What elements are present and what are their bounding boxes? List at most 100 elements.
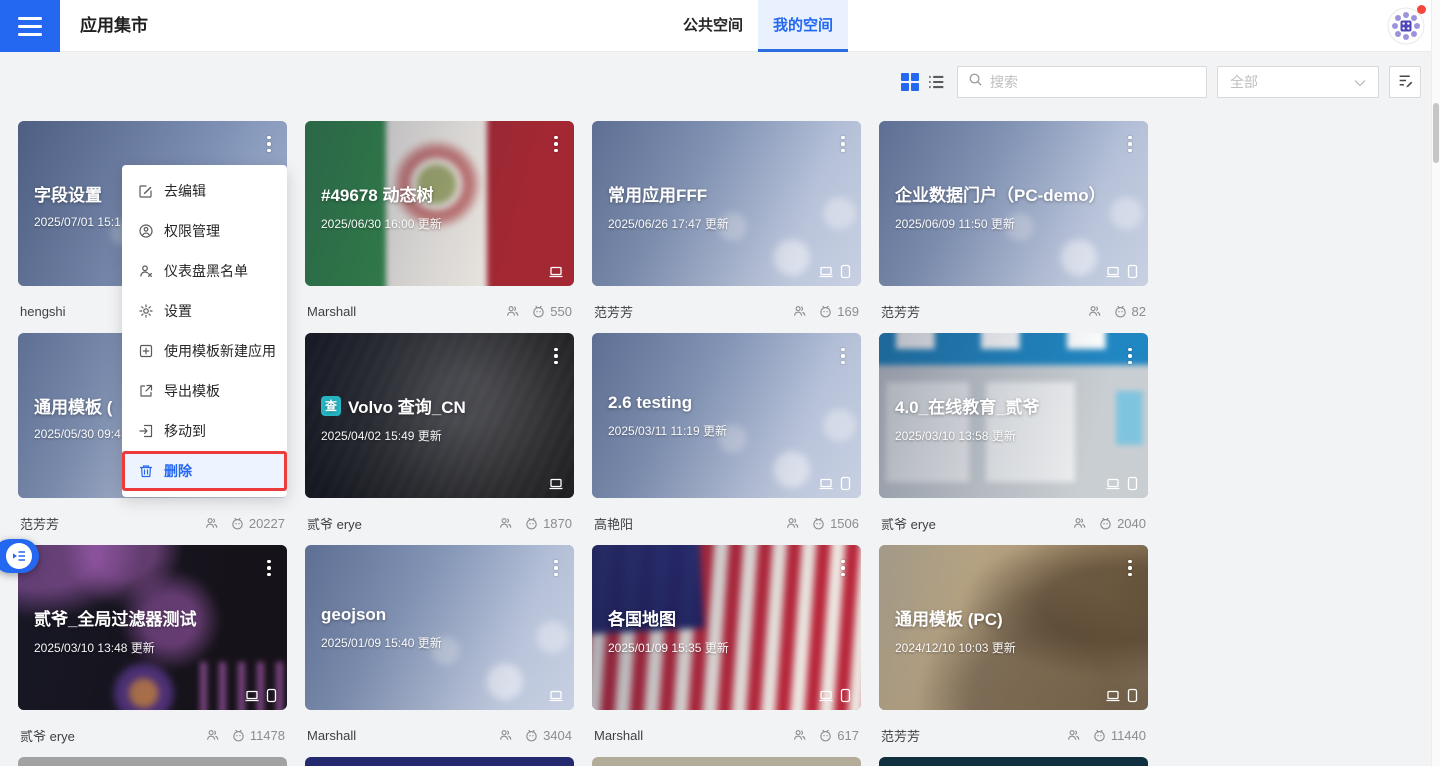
search-input[interactable] xyxy=(990,74,1196,90)
grid-view-icon[interactable] xyxy=(901,73,919,91)
menu-item-permissions[interactable]: 权限管理 xyxy=(122,211,287,251)
menu-item-new-from-template[interactable]: 使用模板新建应用 xyxy=(122,331,287,371)
card-thumbnail[interactable]: 各国地图 2025/01/09 15:35 更新 xyxy=(592,545,861,710)
assistant-float-button[interactable] xyxy=(0,539,39,573)
card-updated-date: 2025/06/26 17:47 更新 xyxy=(608,215,835,232)
supported-devices xyxy=(548,265,564,279)
app-card[interactable]: 查Volvo 查询_CN 2025/04/02 15:49 更新 贰爷 erye… xyxy=(305,333,574,545)
app-card[interactable]: 通用模板 (PC) 2024/12/10 10:03 更新 范芳芳 11440 xyxy=(879,545,1148,757)
card-stats: 11478 xyxy=(205,728,285,743)
app-card[interactable]: 贰爷_全局过滤器测试 2025/03/10 13:48 更新 贰爷 erye 1… xyxy=(18,545,287,757)
app-card-partial[interactable] xyxy=(592,757,861,766)
edit-icon xyxy=(138,183,154,199)
menu-item-dashboard-blacklist[interactable]: 仪表盘黑名单 xyxy=(122,251,287,291)
app-card-partial[interactable] xyxy=(18,757,287,766)
views-count: 1870 xyxy=(543,516,572,531)
card-updated-date: 2025/06/30 16:00 更新 xyxy=(321,215,548,232)
card-menu-button[interactable] xyxy=(543,129,569,159)
card-author: Marshall xyxy=(307,728,356,743)
card-footer: 范芳芳 82 xyxy=(879,286,1148,333)
card-title-block: geojson 2025/01/09 15:40 更新 xyxy=(321,605,548,651)
space-tabs: 公共空间 我的空间 xyxy=(668,0,848,52)
card-menu-button[interactable] xyxy=(830,129,856,159)
laptop-icon xyxy=(818,265,834,279)
card-thumbnail[interactable]: 查Volvo 查询_CN 2025/04/02 15:49 更新 xyxy=(305,333,574,498)
card-footer: 范芳芳 11440 xyxy=(879,710,1148,757)
card-author: 范芳芳 xyxy=(881,302,920,321)
card-updated-date: 2025/03/10 13:48 更新 xyxy=(34,639,261,656)
card-menu-button[interactable] xyxy=(830,341,856,371)
edit-list-button[interactable] xyxy=(1389,66,1421,98)
app-card-partial[interactable] xyxy=(879,757,1148,766)
menu-item-label: 权限管理 xyxy=(164,221,220,241)
card-menu-button[interactable] xyxy=(1117,553,1143,583)
card-thumbnail[interactable]: 贰爷_全局过滤器测试 2025/03/10 13:48 更新 xyxy=(18,545,287,710)
app-card[interactable]: 2.6 testing 2025/03/11 11:19 更新 高艳阳 1506 xyxy=(592,333,861,545)
card-thumbnail[interactable]: #49678 动态树 2025/06/30 16:00 更新 xyxy=(305,121,574,286)
card-thumbnail[interactable]: 4.0_在线教育_贰爷 2025/03/10 13:58 更新 xyxy=(879,333,1148,498)
menu-item-settings[interactable]: 设置 xyxy=(122,291,287,331)
card-thumbnail[interactable]: geojson 2025/01/09 15:40 更新 xyxy=(305,545,574,710)
card-updated-date: 2025/03/10 13:58 更新 xyxy=(895,427,1122,444)
views-icon xyxy=(230,516,245,531)
supported-devices xyxy=(548,689,564,703)
card-thumbnail[interactable]: 企业数据门户（PC-demo） 2025/06/09 11:50 更新 xyxy=(879,121,1148,286)
users-icon xyxy=(1072,516,1087,531)
users-icon xyxy=(792,304,807,319)
menu-item-delete[interactable]: 删除 xyxy=(122,451,287,491)
card-author: 范芳芳 xyxy=(20,514,59,533)
app-card[interactable]: #49678 动态树 2025/06/30 16:00 更新 Marshall … xyxy=(305,121,574,333)
tab-public-space[interactable]: 公共空间 xyxy=(668,0,758,52)
card-footer: Marshall 617 xyxy=(592,710,861,757)
user-avatar[interactable] xyxy=(1387,7,1425,45)
views-count: 617 xyxy=(837,728,859,743)
card-stats: 550 xyxy=(505,304,572,319)
app-card[interactable]: 企业数据门户（PC-demo） 2025/06/09 11:50 更新 范芳芳 … xyxy=(879,121,1148,333)
views-icon xyxy=(524,728,539,743)
supported-devices xyxy=(818,688,851,703)
card-menu-button[interactable] xyxy=(256,129,282,159)
card-stats: 3404 xyxy=(498,728,572,743)
app-card[interactable]: 4.0_在线教育_贰爷 2025/03/10 13:58 更新 贰爷 erye … xyxy=(879,333,1148,545)
app-card[interactable]: 常用应用FFF 2025/06/26 17:47 更新 范芳芳 169 xyxy=(592,121,861,333)
card-menu-button[interactable] xyxy=(543,553,569,583)
app-card[interactable]: geojson 2025/01/09 15:40 更新 Marshall 340… xyxy=(305,545,574,757)
card-title-block: 企业数据门户（PC-demo） 2025/06/09 11:50 更新 xyxy=(895,181,1122,232)
menu-item-move-to[interactable]: 移动到 xyxy=(122,411,287,451)
card-thumbnail[interactable]: 2.6 testing 2025/03/11 11:19 更新 xyxy=(592,333,861,498)
app-card[interactable]: 各国地图 2025/01/09 15:35 更新 Marshall 617 xyxy=(592,545,861,757)
views-count: 11478 xyxy=(250,728,285,743)
phone-icon xyxy=(1127,264,1138,279)
menu-item-label: 删除 xyxy=(164,461,192,481)
scrollbar-thumb[interactable] xyxy=(1433,103,1439,163)
hamburger-menu-button[interactable] xyxy=(0,0,60,52)
card-thumbnail[interactable]: 通用模板 (PC) 2024/12/10 10:03 更新 xyxy=(879,545,1148,710)
card-thumbnail[interactable]: 常用应用FFF 2025/06/26 17:47 更新 xyxy=(592,121,861,286)
app-card-partial[interactable] xyxy=(305,757,574,766)
page-title: 应用集市 xyxy=(80,0,148,52)
card-menu-button[interactable] xyxy=(830,553,856,583)
page-scrollbar xyxy=(1431,0,1440,766)
guide-play-icon xyxy=(6,543,32,569)
menu-item-label: 仪表盘黑名单 xyxy=(164,261,248,281)
card-author: hengshi xyxy=(20,304,66,319)
laptop-icon xyxy=(548,265,564,279)
card-menu-button[interactable] xyxy=(256,553,282,583)
card-updated-date: 2024/12/10 10:03 更新 xyxy=(895,639,1122,656)
tab-my-space[interactable]: 我的空间 xyxy=(758,0,848,52)
card-menu-button[interactable] xyxy=(1117,129,1143,159)
supported-devices xyxy=(1105,264,1138,279)
card-author: 范芳芳 xyxy=(881,726,920,745)
views-icon xyxy=(818,304,833,319)
filter-dropdown[interactable]: 全部 xyxy=(1217,66,1379,98)
chevron-down-icon xyxy=(1354,74,1366,90)
card-menu-button[interactable] xyxy=(1117,341,1143,371)
card-menu-button[interactable] xyxy=(543,341,569,371)
menu-item-export-template[interactable]: 导出模板 xyxy=(122,371,287,411)
menu-item-edit[interactable]: 去编辑 xyxy=(122,171,287,211)
export-icon xyxy=(138,383,154,399)
list-toolbar: 全部 xyxy=(901,66,1421,98)
views-icon xyxy=(531,304,546,319)
hengshi-logo-icon xyxy=(1387,32,1425,49)
list-view-icon[interactable] xyxy=(927,73,945,91)
